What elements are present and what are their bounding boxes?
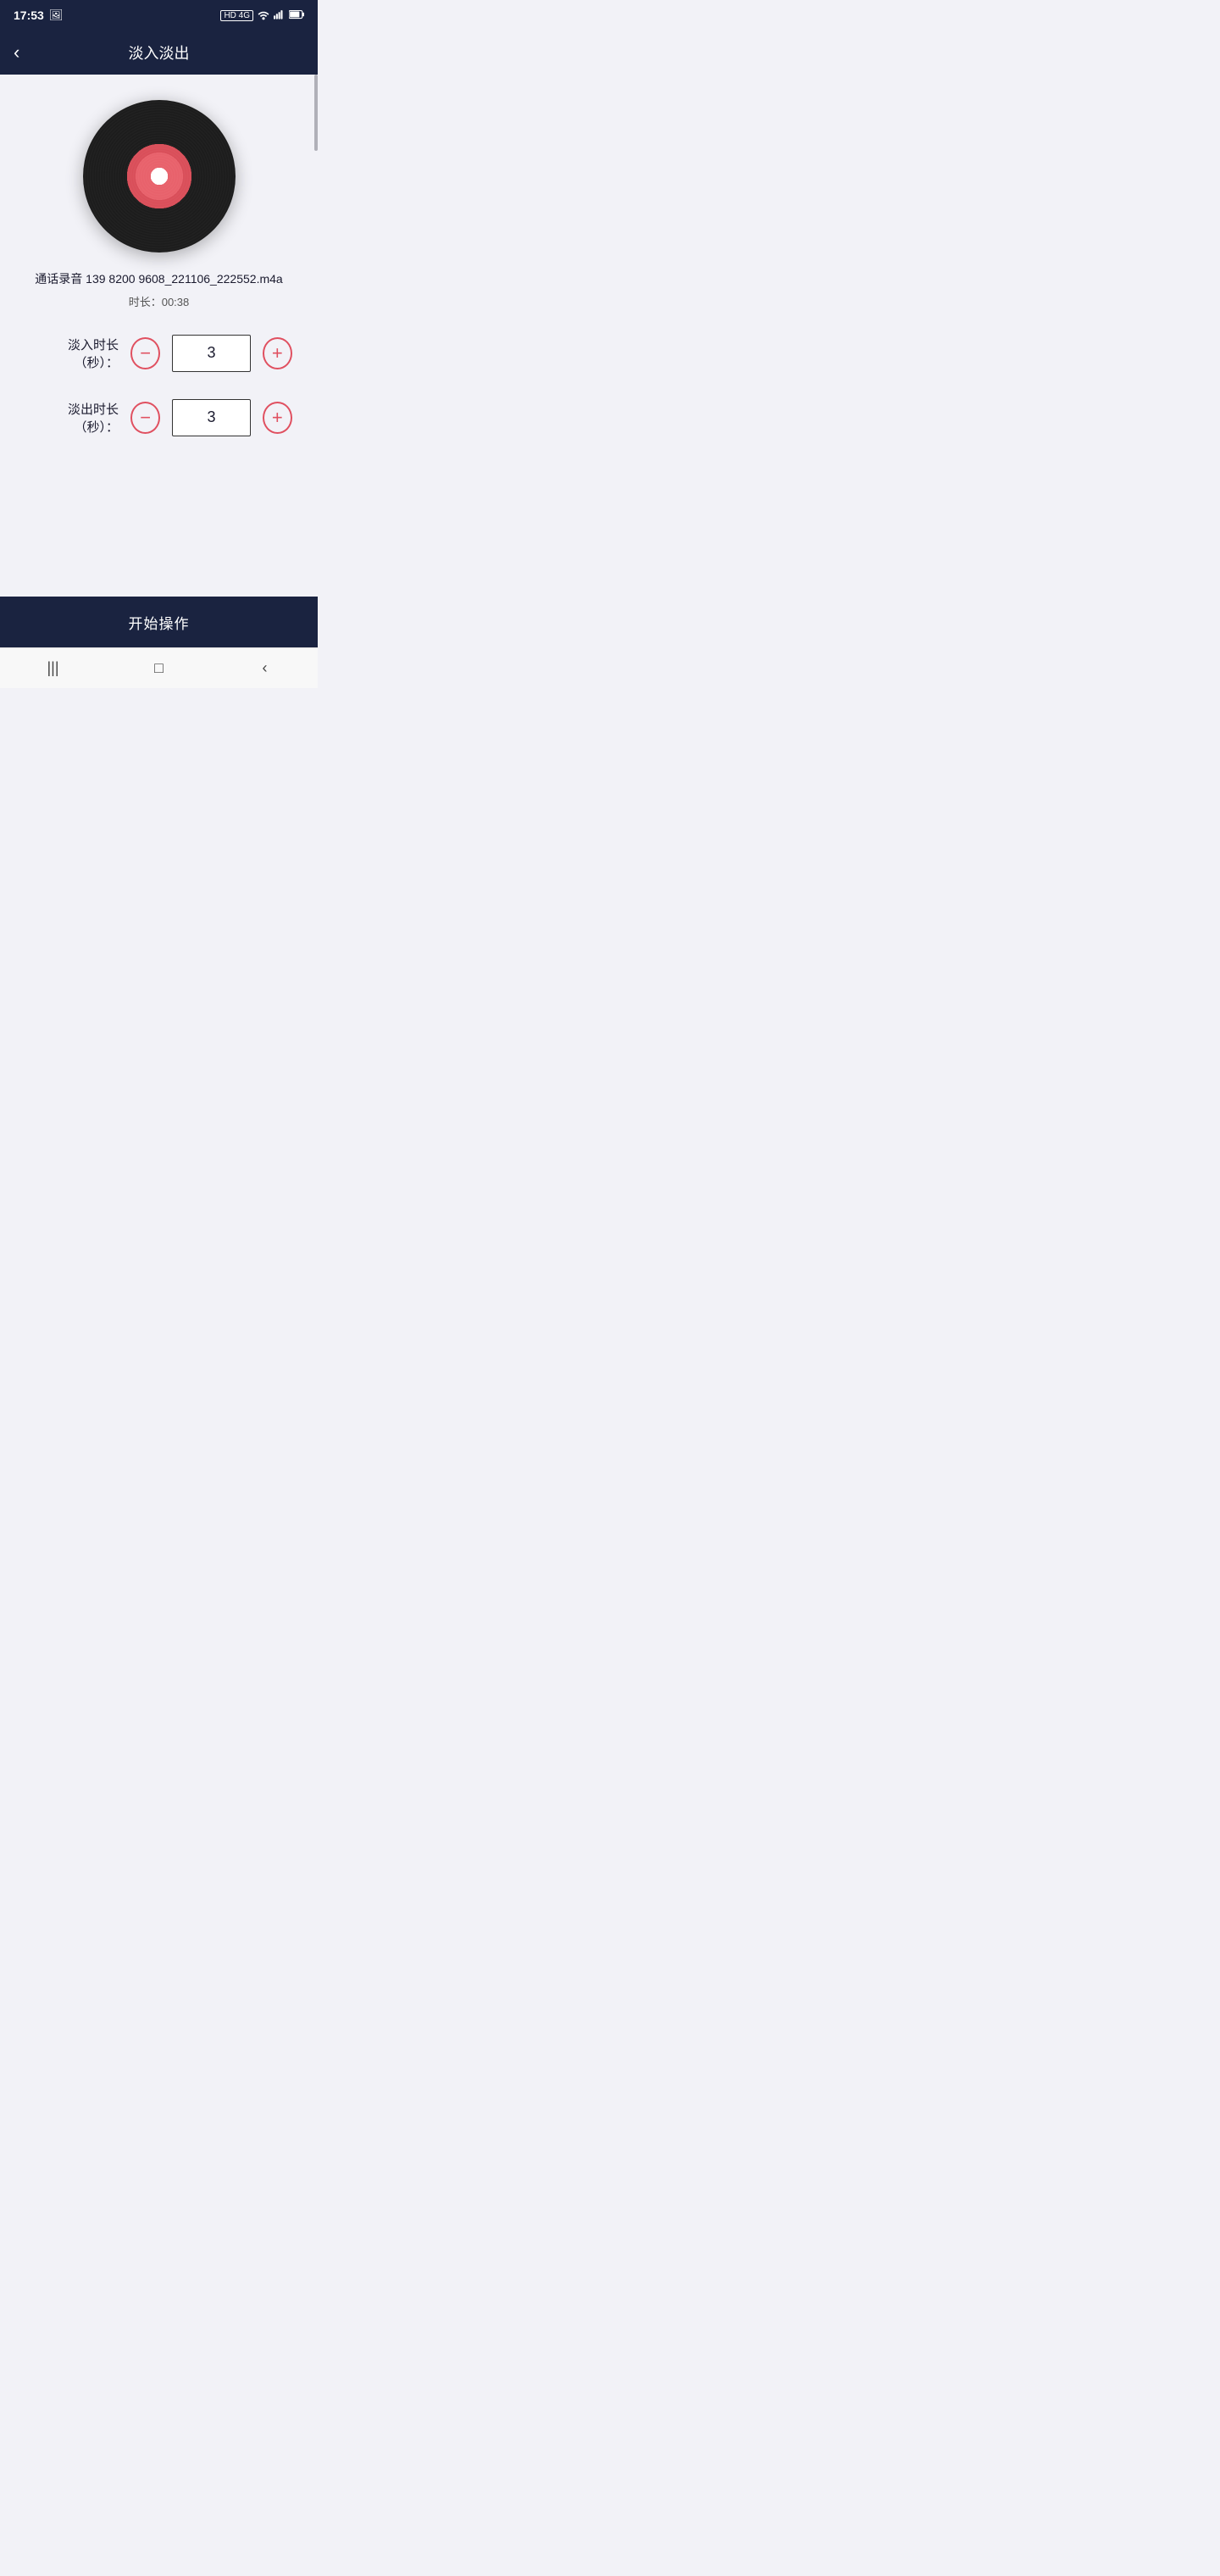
gallery-icon: 🖼 (49, 8, 64, 22)
header: ‹ 淡入淡出 (0, 31, 318, 75)
fade-in-value: 3 (172, 335, 250, 372)
status-bar: 17:53 🖼 HD 4G (0, 0, 318, 31)
fade-out-increment-button[interactable]: + (263, 402, 292, 434)
fade-out-label: 淡出时长（秒）： (25, 400, 119, 436)
minus-icon: − (140, 344, 151, 363)
fade-out-value: 3 (172, 399, 250, 436)
status-time: 17:53 (14, 8, 44, 22)
system-nav-bar: ||| □ ‹ (0, 647, 318, 688)
vinyl-record-container (83, 100, 236, 253)
fade-out-row: 淡出时长（秒）： − 3 + (25, 399, 292, 436)
vinyl-record (83, 100, 236, 253)
home-nav-button[interactable]: □ (134, 652, 185, 686)
scrollbar-track (314, 75, 318, 597)
menu-nav-button[interactable]: ||| (28, 652, 79, 686)
fade-in-label: 淡入时长（秒）： (25, 336, 119, 371)
controls-section: 淡入时长（秒）： − 3 + 淡出时长（秒）： − 3 + (17, 335, 301, 464)
file-info: 通话录音 139 8200 9608_221106_222552.m4a 时长：… (35, 271, 282, 309)
start-action-label: 开始操作 (129, 612, 190, 633)
page-title: 淡入淡出 (0, 42, 318, 64)
signal-icon (274, 8, 286, 23)
file-duration: 时长：00:38 (35, 293, 282, 309)
back-nav-icon: ‹ (263, 659, 268, 677)
back-icon: ‹ (14, 42, 19, 63)
wifi-icon (257, 8, 270, 23)
start-action-button[interactable]: 开始操作 (0, 597, 318, 647)
back-button[interactable]: ‹ (14, 40, 26, 65)
scrollbar-thumb (314, 75, 318, 151)
back-nav-button[interactable]: ‹ (240, 652, 291, 686)
main-content: 通话录音 139 8200 9608_221106_222552.m4a 时长：… (0, 75, 318, 597)
plus-icon: + (272, 408, 283, 427)
battery-icon (289, 8, 304, 23)
fade-in-decrement-button[interactable]: − (130, 337, 160, 369)
minus-icon: − (140, 408, 151, 427)
hd-badge: HD 4G (220, 10, 253, 21)
fade-in-row: 淡入时长（秒）： − 3 + (25, 335, 292, 372)
menu-icon: ||| (47, 659, 58, 677)
plus-icon: + (272, 344, 283, 363)
home-icon: □ (154, 659, 164, 677)
status-indicators: HD 4G (220, 8, 304, 23)
fade-out-decrement-button[interactable]: − (130, 402, 160, 434)
fade-in-increment-button[interactable]: + (263, 337, 292, 369)
file-name: 通话录音 139 8200 9608_221106_222552.m4a (35, 271, 282, 288)
